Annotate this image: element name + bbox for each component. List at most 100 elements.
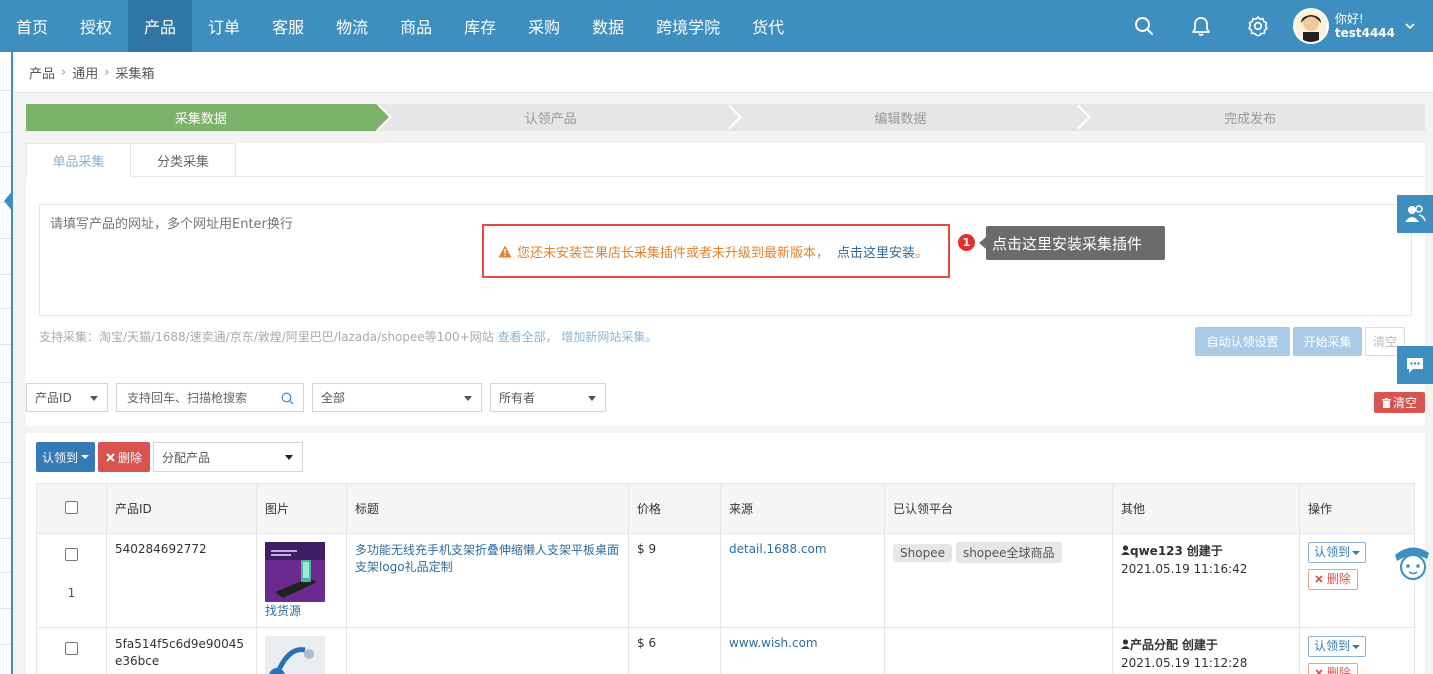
col-image: 图片	[256, 483, 347, 534]
add-site-link[interactable]: 增加新网站采集	[561, 330, 645, 344]
product-thumbnail[interactable]	[265, 636, 325, 674]
nav-item[interactable]: 物流	[320, 0, 384, 52]
status-select-value: 全部	[321, 391, 346, 405]
creator-name: 产品分配	[1130, 638, 1179, 652]
row-claim-button[interactable]: 认领到	[1308, 542, 1367, 563]
clear-filters-button[interactable]: 清空	[1374, 392, 1425, 413]
contacts-float-button[interactable]	[1397, 195, 1433, 233]
callout-number-badge: 1	[958, 234, 975, 251]
actions-cell: 认领到 删除	[1299, 627, 1415, 674]
collect-tabs: 单品采集 分类采集	[26, 143, 236, 177]
col-title: 标题	[346, 483, 629, 534]
auto-claim-settings-button[interactable]: 自动认领设置	[1195, 327, 1290, 356]
other-cell: qwe123 创建于 2021.05.19 11:16:42	[1112, 533, 1300, 628]
col-price: 价格	[628, 483, 721, 534]
nav-item[interactable]: 订单	[192, 0, 256, 52]
source-link[interactable]: detail.1688.com	[720, 533, 885, 628]
search-icon[interactable]	[281, 392, 294, 405]
product-thumbnail[interactable]	[265, 542, 325, 602]
tab-single-collect[interactable]: 单品采集	[26, 143, 131, 177]
source-link[interactable]: www.wish.com	[720, 627, 885, 674]
row-select-cell	[36, 627, 107, 674]
plugin-warning: 您还未安装芒果店长采集插件或者未升级到最新版本， 点击这里安装。	[482, 224, 950, 278]
caret-down-icon	[464, 396, 472, 401]
search-placeholder: 支持回车、扫描枪搜索	[127, 391, 248, 405]
row-claim-label: 认领到	[1314, 639, 1351, 653]
product-title-link[interactable]	[346, 627, 629, 674]
created-time: 2021.05.19 11:12:28	[1121, 656, 1248, 670]
step-publish: 完成发布	[1075, 104, 1425, 131]
avatar	[1292, 8, 1329, 44]
row-delete-label: 删除	[1326, 666, 1351, 674]
delete-label: 删除	[117, 450, 142, 465]
select-all-checkbox[interactable]	[65, 500, 78, 514]
assign-product-select[interactable]: 分配产品	[153, 442, 303, 472]
caret-down-icon	[1352, 644, 1361, 649]
warning-icon	[498, 245, 512, 257]
row-checkbox[interactable]	[65, 548, 78, 561]
nav-item[interactable]: 库存	[448, 0, 512, 52]
row-checkbox[interactable]	[65, 642, 78, 655]
search-icon[interactable]	[1116, 0, 1173, 52]
step-collect: 采集数据	[26, 104, 392, 131]
price-cell: $ 9	[628, 533, 721, 628]
nav-item[interactable]: 数据	[576, 0, 640, 52]
trash-icon	[1381, 397, 1391, 408]
row-index: 1	[67, 586, 76, 600]
mascot-helper-icon[interactable]	[1391, 539, 1433, 583]
table-row: 5fa514f5c6d9e90045e36bce $ 6 www.wish.co…	[36, 627, 1415, 674]
chevron-down-icon	[1405, 22, 1415, 29]
table-header-row: 产品ID 图片 标题 价格 来源 已认领平台 其他 操作	[36, 483, 1415, 534]
view-all-link[interactable]: 查看全部	[498, 330, 546, 344]
step-edit: 编辑数据	[725, 104, 1092, 131]
close-icon	[106, 452, 115, 462]
row-select-cell: 1	[36, 533, 107, 628]
status-select[interactable]: 全部	[312, 383, 482, 412]
nav-item[interactable]: 客服	[256, 0, 320, 52]
breadcrumb-separator-icon: ›	[104, 64, 110, 80]
nav-item[interactable]: 跨境学院	[640, 0, 736, 52]
search-input[interactable]: 支持回车、扫描枪搜索	[116, 383, 304, 412]
install-plugin-link[interactable]: 点击这里安装	[837, 242, 915, 261]
breadcrumb-item[interactable]: 产品	[29, 63, 55, 82]
caret-down-icon	[90, 396, 98, 401]
user-icon	[1121, 545, 1130, 555]
breadcrumb-item[interactable]: 通用	[72, 63, 98, 82]
row-delete-label: 删除	[1326, 572, 1351, 586]
created-time: 2021.05.19 11:16:42	[1121, 562, 1248, 576]
gear-icon[interactable]	[1230, 0, 1287, 52]
product-table: 产品ID 图片 标题 价格 来源 已认领平台 其他 操作 1 540284692…	[36, 483, 1415, 674]
created-label: 创建于	[1186, 544, 1223, 558]
nav-item[interactable]: 授权	[64, 0, 128, 52]
user-menu[interactable]: 你好! test4444	[1292, 8, 1415, 44]
step-label: 认领产品	[524, 112, 577, 127]
nav-item[interactable]: 采购	[512, 0, 576, 52]
sidebar-toggle-icon[interactable]	[4, 190, 13, 212]
field-select[interactable]: 产品ID	[26, 383, 108, 412]
nav-item[interactable]: 产品	[128, 0, 193, 52]
col-claimed-platforms: 已认领平台	[884, 483, 1113, 534]
bell-icon[interactable]	[1173, 0, 1230, 52]
step-label: 编辑数据	[874, 112, 927, 127]
row-delete-button[interactable]: 删除	[1308, 663, 1358, 674]
delete-button[interactable]: 删除	[98, 442, 150, 472]
row-claim-button[interactable]: 认领到	[1308, 636, 1367, 657]
warning-end: 。	[915, 245, 929, 261]
image-cell	[256, 627, 347, 674]
nav-item[interactable]: 商品	[384, 0, 448, 52]
start-collect-button[interactable]: 开始采集	[1293, 327, 1362, 356]
col-other: 其他	[1112, 483, 1300, 534]
product-list-panel: 认领到 删除 分配产品 产品ID 图片 标题 价格 来源 已认领平台 其他 操作	[26, 433, 1425, 674]
tab-category-collect[interactable]: 分类采集	[131, 143, 236, 177]
row-delete-button[interactable]: 删除	[1308, 569, 1358, 590]
nav-item[interactable]: 货代	[736, 0, 800, 52]
chat-float-button[interactable]	[1397, 346, 1433, 384]
nav-item[interactable]: 首页	[0, 0, 64, 52]
select-all-cell	[36, 483, 107, 534]
nav-right: 你好! test4444	[1116, 0, 1433, 52]
owner-select[interactable]: 所有者	[490, 383, 606, 412]
nav-menu: 首页 授权 产品 订单 客服 物流 商品 库存 采购 数据 跨境学院 货代	[0, 0, 800, 52]
claim-to-button[interactable]: 认领到	[36, 442, 95, 472]
find-source-link[interactable]: 找货源	[265, 602, 338, 619]
product-title-link[interactable]: 多功能无线充手机支架折叠伸缩懒人支架平板桌面支架logo礼品定制	[346, 533, 629, 628]
